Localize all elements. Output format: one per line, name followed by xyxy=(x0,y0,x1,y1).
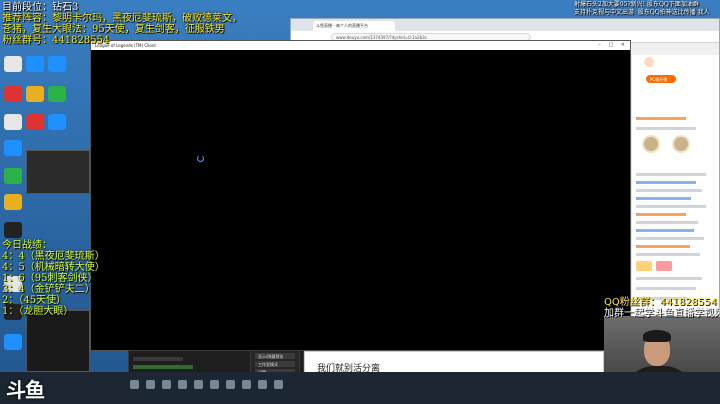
desktop-app-icon[interactable] xyxy=(26,86,44,102)
streamer-hair xyxy=(643,330,671,342)
obs-preview-window[interactable] xyxy=(26,310,90,372)
taskbar-app-icon[interactable] xyxy=(226,380,235,389)
desktop-app-icon[interactable] xyxy=(4,114,22,130)
user-icon[interactable] xyxy=(644,57,654,67)
desktop-app-icon[interactable] xyxy=(26,114,44,130)
desktop-app-icon[interactable] xyxy=(48,86,66,102)
mini-window[interactable] xyxy=(26,150,90,194)
overlay-fan-group: 粉丝群号：441828554 xyxy=(2,35,110,46)
chat-message xyxy=(636,229,694,232)
desktop-app-icon[interactable] xyxy=(4,56,22,72)
chat-message xyxy=(636,277,702,280)
overlay-top-right-2: 支持扑克视与中文出游: 股东QQ拍神送比传播 我人 xyxy=(574,9,710,16)
chat-message xyxy=(636,197,691,200)
browser-tab-bar: 斗鱼直播 - 每个人的直播平台 xyxy=(291,19,719,31)
panel-header: PC端开播 xyxy=(632,55,719,105)
obs-studio-mode[interactable]: 工作室模式 xyxy=(255,361,295,367)
overlay-rank: 目前段位：钻石3 xyxy=(2,2,79,13)
taskbar xyxy=(0,372,720,404)
chat-message xyxy=(636,221,698,224)
chat-message xyxy=(636,205,706,208)
desktop-app-icon[interactable] xyxy=(48,114,66,130)
chat-message xyxy=(636,253,700,256)
chat-message xyxy=(636,213,686,216)
desktop-app-icon[interactable] xyxy=(4,86,22,102)
gift-icon[interactable] xyxy=(656,261,672,271)
chat-message xyxy=(636,189,702,192)
mixer-row xyxy=(133,357,183,361)
overlay-comp-2: 苍猪，复生大眼法：95天使，复生剑客，征服铁男 xyxy=(2,24,225,35)
notice-line xyxy=(636,117,686,120)
tab-row xyxy=(636,127,696,130)
obs-preview-toggle[interactable]: 显示/隐藏预览 xyxy=(255,353,295,359)
taskbar-app-icon[interactable] xyxy=(178,380,187,389)
today-item: 4：4（黑夜厄斐琉斯） xyxy=(2,251,105,262)
gift-icon[interactable] xyxy=(636,261,652,271)
taskbar-app-icon[interactable] xyxy=(130,380,139,389)
taskbar-app-icon[interactable] xyxy=(258,380,267,389)
douyu-logo: 斗鱼 xyxy=(6,378,45,402)
avatar[interactable] xyxy=(642,135,660,153)
today-item: 2：（45天使） xyxy=(2,295,67,306)
taskbar-app-icon[interactable] xyxy=(274,380,283,389)
shield-icon[interactable] xyxy=(4,334,22,350)
chat-message xyxy=(636,237,704,240)
overlay-comp-1: 推荐阵容：黎明卡尔玛，黑夜厄斐琉斯，破败德莱文， xyxy=(2,13,242,24)
taskbar-app-icon[interactable] xyxy=(242,380,251,389)
taskbar-app-icon[interactable] xyxy=(194,380,203,389)
taskbar-app-icon[interactable] xyxy=(162,380,171,389)
desktop-app-icon[interactable] xyxy=(48,56,66,72)
desktop-app-icon[interactable] xyxy=(4,222,22,238)
desktop-app-icon[interactable] xyxy=(26,56,44,72)
chat-message xyxy=(636,287,696,290)
window-controls[interactable]: – □ × xyxy=(598,42,628,48)
today-item: 1：6（95刺客剑侠） xyxy=(2,273,98,284)
game-client-window[interactable]: League of Legends (TM) Client – □ × xyxy=(90,40,631,351)
today-title: 今日战绩： xyxy=(2,240,52,251)
overlay-qq-join: 加群一起学斗鱼直播学视频 xyxy=(604,308,720,319)
volume-meter[interactable] xyxy=(133,365,193,369)
desktop-app-icon[interactable] xyxy=(4,140,22,156)
overlay-top-right-1: 射爆石头2加大要95?新兴! 股东QQ下面加油群 xyxy=(574,1,699,8)
today-item: 4：5（机械暗转大使） xyxy=(2,262,105,273)
taskbar-app-icon[interactable] xyxy=(210,380,219,389)
today-item: 3：4（金铲铲夫二） xyxy=(2,284,95,295)
avatar[interactable] xyxy=(672,135,690,153)
game-window-title: League of Legends (TM) Client – □ × xyxy=(91,41,630,50)
desktop-app-icon[interactable] xyxy=(4,194,22,210)
browser-tab[interactable]: 斗鱼直播 - 每个人的直播平台 xyxy=(313,21,395,31)
chat-message xyxy=(636,245,690,248)
chat-message xyxy=(636,181,696,184)
today-item: 1：（龙胆大眼） xyxy=(2,306,74,317)
chat-message xyxy=(636,173,706,176)
desktop-app-icon[interactable] xyxy=(4,168,22,184)
loading-spinner-icon xyxy=(197,155,204,162)
pc-broadcast-button[interactable]: PC端开播 xyxy=(646,75,676,83)
taskbar-app-icon[interactable] xyxy=(146,380,155,389)
